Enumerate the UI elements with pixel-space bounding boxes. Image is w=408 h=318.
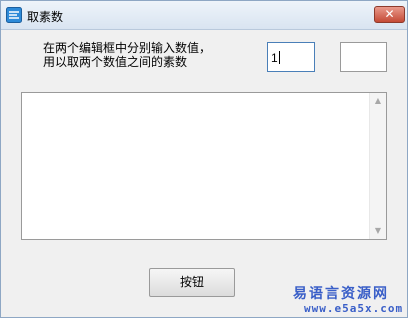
second-number-input[interactable] — [340, 42, 387, 72]
scroll-down-arrow-icon[interactable]: ▼ — [370, 223, 386, 239]
main-window: 取素数 ✕ 在两个编辑框中分别输入数值， 用以取两个数值之间的素数 1 ▲ ▼ … — [0, 0, 408, 318]
first-number-input[interactable]: 1 — [267, 42, 315, 72]
close-icon: ✕ — [384, 7, 395, 21]
close-button[interactable]: ✕ — [374, 6, 405, 23]
app-icon — [6, 7, 22, 23]
instruction-line-2: 用以取两个数值之间的素数 — [43, 55, 188, 69]
scroll-up-arrow-icon[interactable]: ▲ — [370, 93, 386, 109]
title-bar[interactable]: 取素数 ✕ — [1, 1, 407, 30]
window-title: 取素数 — [27, 10, 64, 24]
vertical-scrollbar[interactable]: ▲ ▼ — [369, 93, 386, 239]
instruction-text: 在两个编辑框中分别输入数值， 用以取两个数值之间的素数 — [43, 41, 253, 69]
instruction-line-1: 在两个编辑框中分别输入数值， — [43, 41, 212, 55]
watermark-site-name: 易语言资源网 — [293, 286, 389, 302]
first-number-value: 1 — [271, 51, 278, 65]
text-caret — [278, 51, 280, 64]
watermark-url: www.e5a5x.com — [304, 302, 404, 315]
action-button[interactable]: 按钮 — [149, 268, 235, 297]
result-textarea[interactable]: ▲ ▼ — [21, 92, 387, 240]
